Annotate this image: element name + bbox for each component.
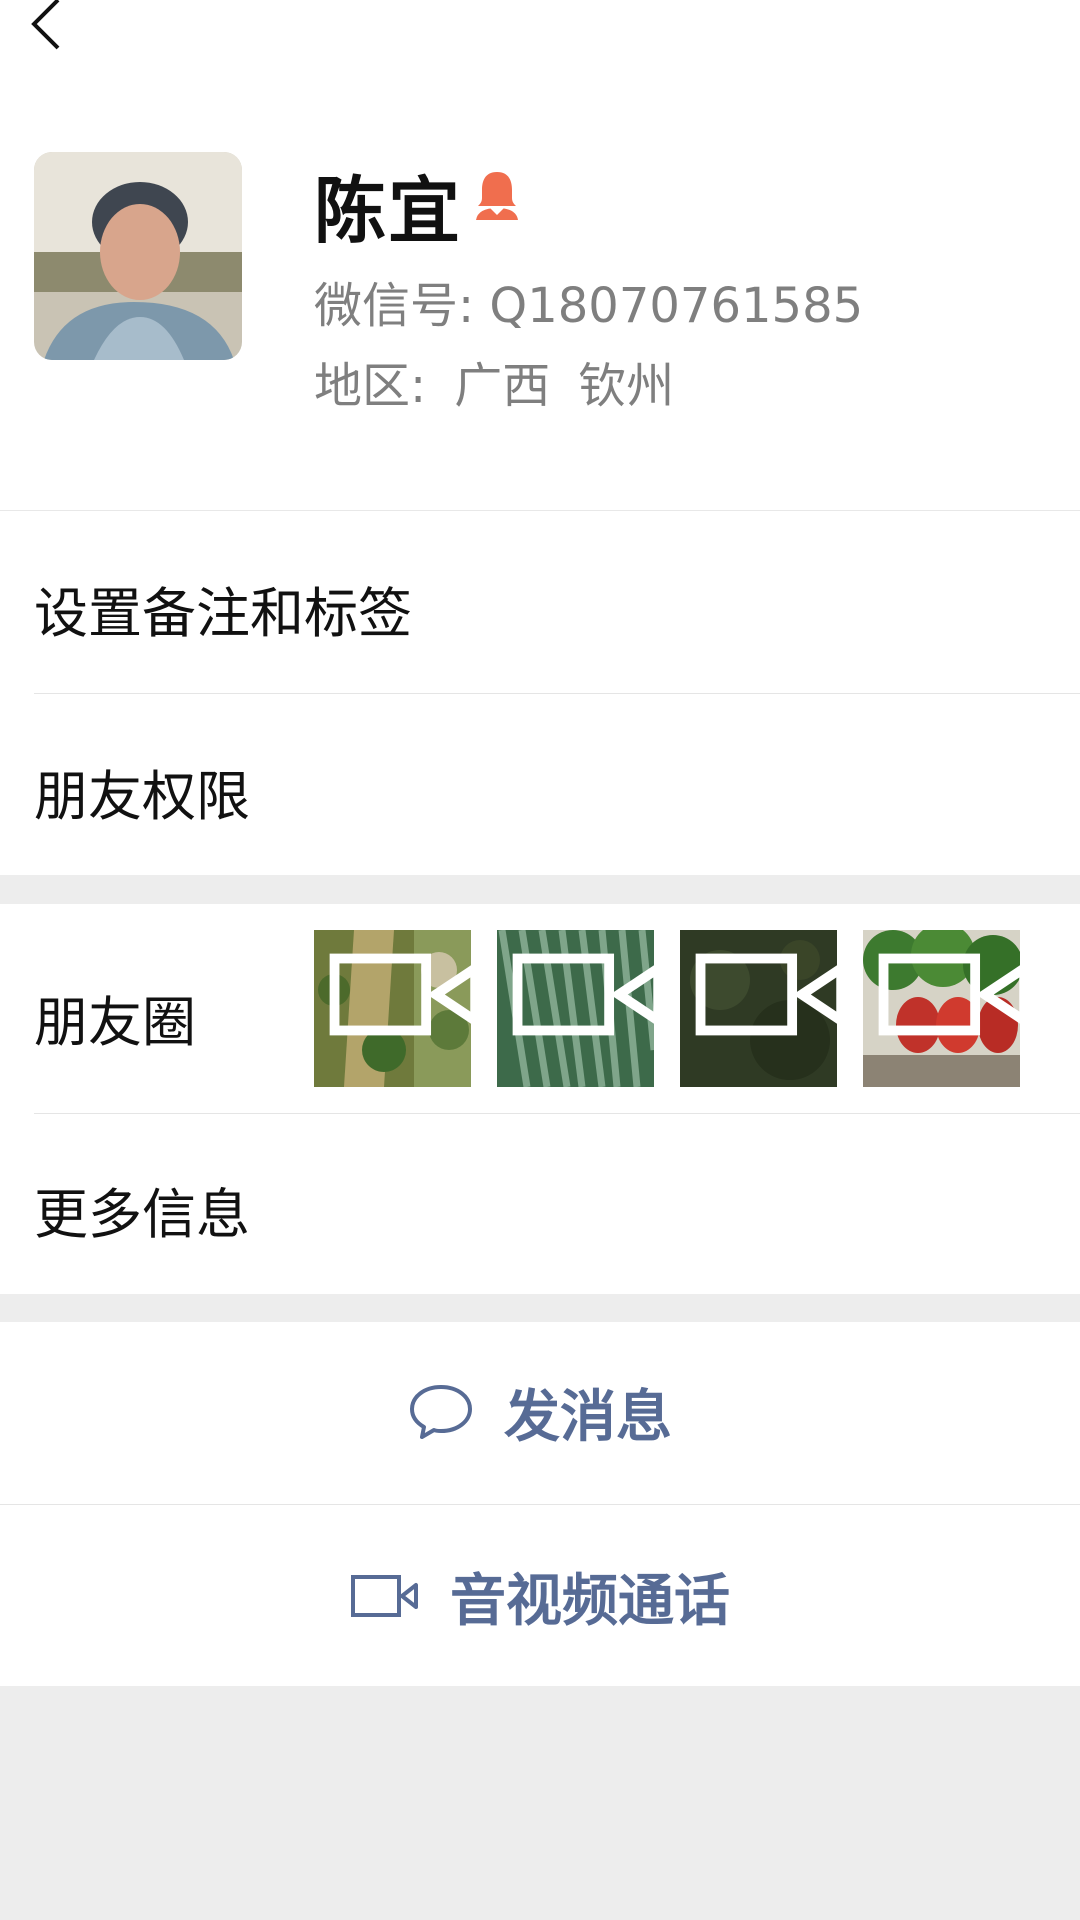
chat-bubble-icon bbox=[410, 1385, 472, 1439]
video-call-button[interactable]: 音视频通话 bbox=[0, 1506, 1080, 1686]
avatar-image bbox=[34, 152, 242, 360]
friend-permissions-row[interactable]: 朋友权限 bbox=[0, 694, 1080, 875]
region-label: 地区: bbox=[314, 358, 427, 414]
moments-label: 朋友圈 bbox=[34, 991, 196, 1054]
actions-section: 发消息 音视频通话 bbox=[0, 1322, 1080, 1686]
video-camera-icon bbox=[329, 953, 471, 1036]
avatar[interactable] bbox=[34, 152, 242, 360]
set-remark-tags-row[interactable]: 设置备注和标签 bbox=[0, 511, 1080, 693]
moment-thumb-4[interactable] bbox=[863, 930, 1020, 1087]
divider bbox=[0, 1504, 1080, 1505]
region-province: 广西 bbox=[454, 358, 551, 414]
friend-permissions-label: 朋友权限 bbox=[34, 765, 250, 828]
moment-thumb-1[interactable] bbox=[314, 930, 471, 1087]
more-info-row[interactable]: 更多信息 bbox=[0, 1114, 1080, 1294]
wechat-id: 微信号: Q18070761585 bbox=[314, 278, 864, 334]
contact-name: 陈宜 bbox=[314, 169, 463, 253]
moments-section: 朋友圈 更多信息 bbox=[0, 904, 1080, 1294]
region: 地区: 广西 钦州 bbox=[314, 346, 702, 416]
video-call-label: 音视频通话 bbox=[450, 1568, 730, 1634]
chevron-left-icon bbox=[31, 0, 60, 50]
video-camera-icon bbox=[695, 953, 837, 1036]
region-city: 钦州 bbox=[578, 358, 675, 414]
moment-thumb-3[interactable] bbox=[680, 930, 837, 1087]
back-button[interactable] bbox=[22, 0, 82, 64]
video-camera-icon bbox=[878, 953, 1020, 1036]
more-info-label: 更多信息 bbox=[34, 1183, 250, 1246]
profile-header: 陈宜 微信号: Q18070761585 地区: 广西 钦州 bbox=[0, 80, 1080, 510]
top-bar bbox=[0, 0, 1080, 80]
set-remark-tags-label: 设置备注和标签 bbox=[34, 582, 412, 645]
send-message-button[interactable]: 发消息 bbox=[0, 1322, 1080, 1502]
video-camera-icon bbox=[512, 953, 654, 1036]
moments-row[interactable]: 朋友圈 bbox=[0, 904, 1080, 1113]
moment-thumb-2[interactable] bbox=[497, 930, 654, 1087]
video-camera-icon bbox=[351, 1575, 418, 1617]
female-person-icon bbox=[476, 172, 518, 220]
send-message-label: 发消息 bbox=[504, 1384, 672, 1450]
settings-section: 设置备注和标签 朋友权限 bbox=[0, 510, 1080, 875]
